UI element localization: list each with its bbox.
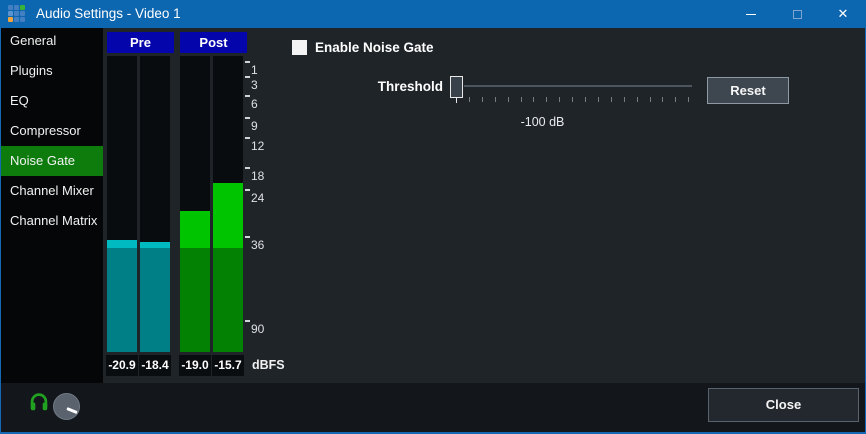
close-icon: ✕ (838, 0, 849, 28)
threshold-slider-thumb[interactable] (450, 76, 463, 98)
sidebar-item-compressor[interactable]: Compressor (1, 116, 103, 146)
meter-value-pre: -20.9 (106, 355, 138, 376)
threshold-value: -100 dB (455, 115, 630, 129)
pre-meter-header: Pre (107, 32, 174, 53)
scale-tick (245, 76, 250, 78)
slider-tick (521, 97, 522, 102)
slider-tick (675, 97, 676, 102)
slider-tick (598, 97, 599, 102)
footer-bar: Close (1, 383, 865, 432)
close-window-button[interactable]: ✕ (820, 0, 866, 28)
slider-tick (546, 97, 547, 102)
slider-tick (469, 97, 470, 102)
scale-tick (245, 61, 250, 63)
slider-tick (637, 97, 638, 102)
scale-tick (245, 189, 250, 191)
sidebar-item-eq[interactable]: EQ (1, 86, 103, 116)
meter-value-post: -15.7 (212, 355, 244, 376)
scale-label: 24 (251, 191, 264, 205)
slider-tick (688, 97, 689, 102)
close-button[interactable]: Close (708, 388, 859, 422)
scale-label: 18 (251, 169, 264, 183)
scale-tick (245, 167, 250, 169)
enable-noise-gate-label: Enable Noise Gate (315, 40, 434, 56)
threshold-slider-track[interactable] (464, 85, 692, 87)
scale-tick (245, 95, 250, 97)
scale-tick (245, 320, 250, 322)
maximize-icon (793, 10, 802, 19)
slider-tick (585, 97, 586, 102)
scale-label: 6 (251, 97, 258, 111)
scale-label: 36 (251, 238, 264, 252)
maximize-button[interactable] (774, 0, 820, 28)
headphones-volume-knob[interactable] (53, 393, 80, 420)
sidebar: GeneralPluginsEQCompressorNoise GateChan… (1, 28, 103, 383)
headphones-icon[interactable] (28, 391, 50, 413)
window-border-left (0, 28, 1, 434)
scale-tick (245, 236, 250, 238)
slider-tick (572, 97, 573, 102)
reset-button[interactable]: Reset (707, 77, 789, 104)
slider-tick (650, 97, 651, 102)
slider-tick (533, 97, 534, 102)
slider-tick (559, 97, 560, 102)
scale-label: 12 (251, 139, 264, 153)
slider-tick (482, 97, 483, 102)
slider-tick (624, 97, 625, 102)
meter-bar-post (180, 56, 210, 352)
scale-label: 9 (251, 119, 258, 133)
scale-tick (245, 117, 250, 119)
sidebar-item-general[interactable]: General (1, 26, 103, 56)
enable-noise-gate-checkbox[interactable] (292, 40, 307, 55)
slider-tick (495, 97, 496, 102)
titlebar: Audio Settings - Video 1 ✕ (0, 0, 866, 28)
app-logo-icon (8, 5, 27, 24)
threshold-label: Threshold (330, 79, 443, 95)
sidebar-item-plugins[interactable]: Plugins (1, 56, 103, 86)
scale-tick (245, 137, 250, 139)
minimize-icon (746, 14, 756, 15)
post-meter-header: Post (180, 32, 247, 53)
meter-value-pre: -18.4 (139, 355, 171, 376)
meter-bar-pre (107, 56, 137, 352)
meter-value-post: -19.0 (179, 355, 211, 376)
sidebar-item-channel-matrix[interactable]: Channel Matrix (1, 206, 103, 236)
sidebar-item-channel-mixer[interactable]: Channel Mixer (1, 176, 103, 206)
scale-label: 90 (251, 322, 264, 336)
scale-label: 3 (251, 78, 258, 92)
meter-bar-pre (140, 56, 170, 352)
minimize-button[interactable] (728, 0, 774, 28)
knob-needle-icon (66, 407, 77, 413)
slider-tick (508, 97, 509, 102)
slider-tick (611, 97, 612, 102)
slider-tick (456, 97, 457, 103)
audio-settings-window: Audio Settings - Video 1 ✕ GeneralPlugin… (0, 0, 866, 434)
meter-bar-post (213, 56, 243, 352)
dbfs-unit-label: dBFS (252, 355, 285, 376)
sidebar-item-noise-gate[interactable]: Noise Gate (1, 146, 103, 176)
scale-label: 1 (251, 63, 258, 77)
window-title: Audio Settings - Video 1 (36, 0, 181, 28)
slider-tick (662, 97, 663, 102)
